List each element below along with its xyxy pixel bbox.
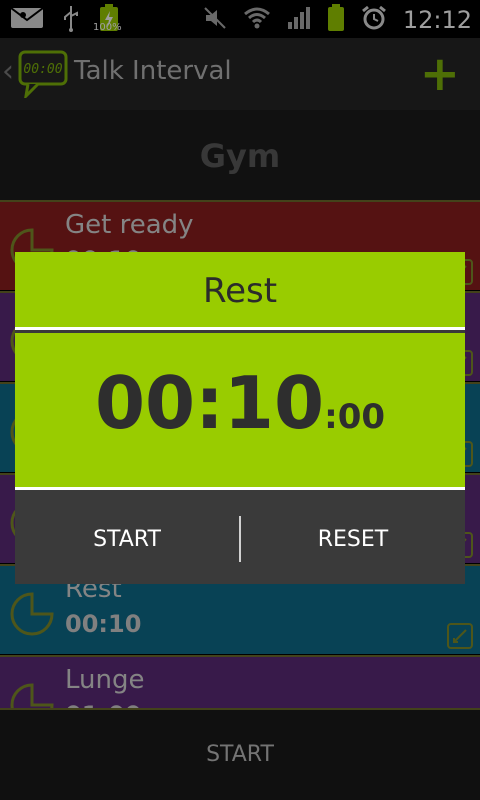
dialog-title: Rest [202,271,278,311]
dialog-reset-button[interactable]: RESET [241,494,465,584]
timer-sub: :00 [324,397,386,437]
dialog-timer-panel: 00:10:00 [15,333,465,490]
timer-display: 00:10:00 [15,361,465,445]
dialog-start-button[interactable]: START [15,494,239,584]
dialog-title-bar: Rest [15,252,465,330]
timer-dialog: Rest 00:10:00 START RESET [15,252,465,584]
timer-main: 00:10 [94,361,325,445]
dialog-button-row: START RESET [15,494,465,584]
